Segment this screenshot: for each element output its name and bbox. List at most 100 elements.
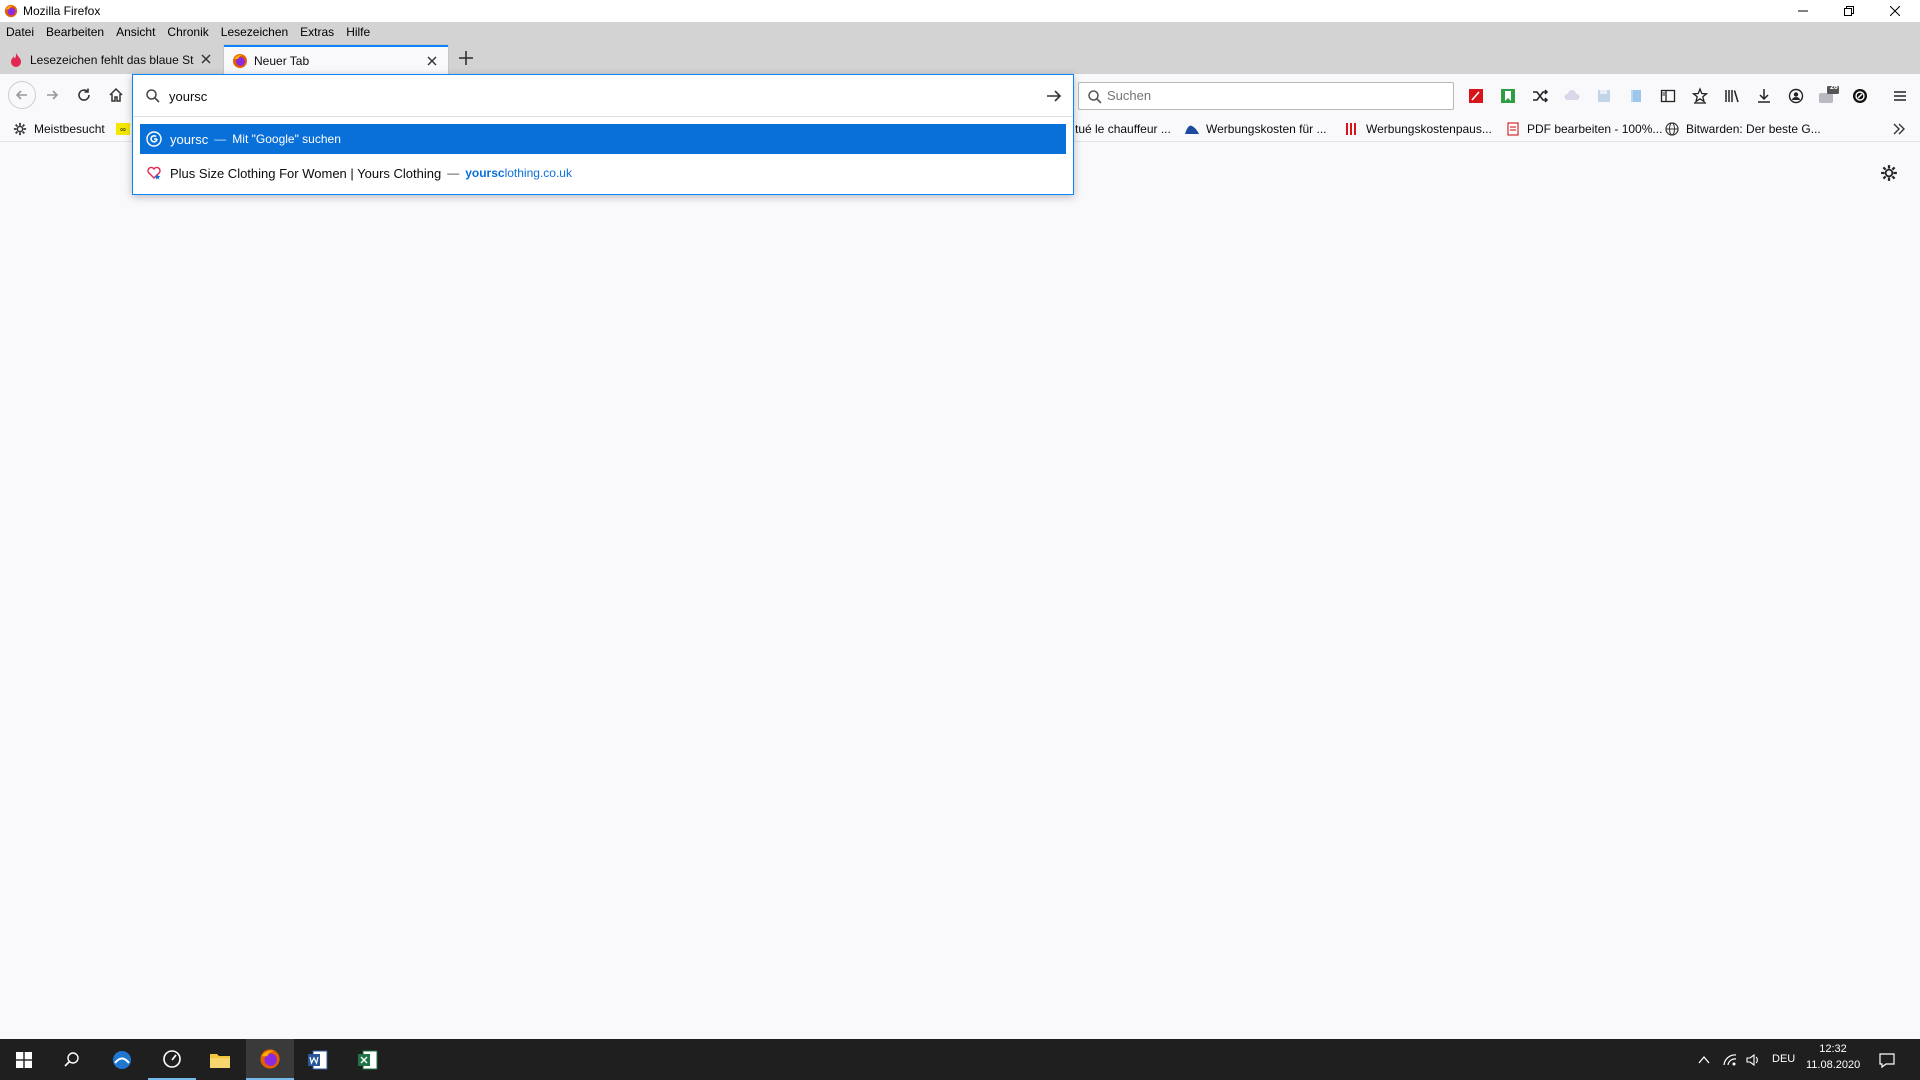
- sidebar-button[interactable]: [1655, 83, 1681, 109]
- extension-badge-count: 26: [1830, 84, 1838, 91]
- bookmark-meistbesucht[interactable]: Meistbesucht: [12, 120, 105, 138]
- save-extension-button[interactable]: [1591, 83, 1617, 109]
- suggestion-url-rest: lothing.co.uk: [504, 166, 572, 180]
- new-tab-plus-icon[interactable]: [455, 47, 477, 69]
- gear-icon: [1881, 165, 1897, 181]
- restore-button[interactable]: [1826, 0, 1872, 22]
- home-icon: [109, 87, 123, 102]
- green-bookmark-icon: [1501, 89, 1515, 103]
- forward-button[interactable]: [40, 83, 64, 107]
- bookmark-chauffeur[interactable]: tué le chauffeur ...: [1075, 120, 1171, 138]
- shuffle-button[interactable]: [1527, 83, 1553, 109]
- menu-chronik[interactable]: Chronik: [167, 25, 208, 39]
- bookmark-extension-button[interactable]: [1495, 83, 1521, 109]
- back-arrow-icon: [15, 90, 27, 100]
- new-tab-settings-button[interactable]: [1880, 164, 1898, 185]
- library-button[interactable]: [1719, 83, 1745, 109]
- search-icon: [1088, 90, 1102, 104]
- network-wifi-icon[interactable]: [1722, 1052, 1738, 1068]
- forward-arrow-icon: [47, 90, 59, 100]
- taskbar-app-firefox[interactable]: [246, 1039, 294, 1080]
- close-tab-icon[interactable]: [198, 51, 214, 67]
- sidebar-icon: [1660, 89, 1676, 103]
- search-input[interactable]: [1107, 88, 1447, 103]
- account-button[interactable]: [1783, 83, 1809, 109]
- library-icon: [1725, 90, 1739, 103]
- bookmark-label: Werbungskosten für ...: [1206, 122, 1327, 136]
- title-bar: Mozilla Firefox: [0, 0, 1920, 22]
- suggestion-url-match: yoursc: [465, 166, 505, 180]
- google-icon: [146, 131, 162, 147]
- shuffle-icon: [1533, 89, 1549, 103]
- taskbar-app-word[interactable]: [294, 1039, 342, 1080]
- download-arrow-icon: [1758, 89, 1770, 103]
- clock[interactable]: 12:32 11.08.2020: [1806, 1043, 1860, 1071]
- taskbar-app-explorer[interactable]: [196, 1039, 244, 1080]
- home-button[interactable]: [104, 83, 128, 107]
- menu-extras[interactable]: Extras: [300, 25, 334, 39]
- word-icon: [308, 1050, 328, 1069]
- hamburger-menu-icon: [1894, 91, 1906, 101]
- privacy-extension-button[interactable]: [1847, 83, 1873, 109]
- menu-lesezeichen[interactable]: Lesezeichen: [221, 25, 288, 39]
- account-icon: [1788, 88, 1804, 104]
- bookmark-label: Meistbesucht: [34, 122, 105, 136]
- tab-neuer-tab[interactable]: Neuer Tab: [224, 45, 448, 74]
- search-taskbar-button[interactable]: [48, 1039, 96, 1080]
- bookmarks-overflow-button[interactable]: [1892, 120, 1906, 138]
- app-blue-circle-icon: [113, 1050, 131, 1069]
- notifications-icon[interactable]: [1878, 1051, 1896, 1069]
- window-title: Mozilla Firefox: [23, 4, 101, 18]
- menu-bearbeiten[interactable]: Bearbeiten: [46, 25, 104, 39]
- minimize-icon: [1798, 10, 1808, 12]
- flame-favicon-icon: [11, 52, 21, 67]
- downloads-button[interactable]: [1751, 83, 1777, 109]
- excel-icon: [358, 1050, 378, 1069]
- taskbar-app-speedometer[interactable]: [148, 1039, 196, 1080]
- suggestion-bookmark[interactable]: Plus Size Clothing For Women | Yours Clo…: [140, 158, 1066, 188]
- clock-time: 12:32: [1819, 1043, 1847, 1055]
- pdf-extension-button[interactable]: [1463, 83, 1489, 109]
- taskbar-app-outlook[interactable]: [98, 1039, 146, 1080]
- firefox-favicon-icon: [233, 53, 247, 68]
- suggestion-action: Mit "Google" suchen: [232, 132, 341, 146]
- volume-icon[interactable]: [1745, 1052, 1761, 1068]
- tab-bar: Lesezeichen fehlt das blaue Ste Neuer Ta…: [0, 42, 1920, 74]
- pdf-favicon-icon: [1505, 121, 1521, 137]
- firefox-logo-icon: [260, 1048, 280, 1069]
- start-button[interactable]: [0, 1039, 48, 1080]
- taskbar-app-excel[interactable]: [344, 1039, 392, 1080]
- bookmark-heart-favicon-icon: [147, 166, 161, 180]
- suggestion-separator: —: [447, 166, 460, 180]
- reload-button[interactable]: [72, 83, 96, 107]
- menu-datei[interactable]: Datei: [6, 25, 34, 39]
- close-tab-icon[interactable]: [424, 53, 440, 69]
- search-bar: [1078, 82, 1454, 110]
- tab-label: Lesezeichen fehlt das blaue Ste: [30, 52, 194, 67]
- new-tab-page: [0, 142, 1920, 1039]
- reload-icon: [78, 88, 90, 101]
- bookmark-pdf-bearbeiten[interactable]: PDF bearbeiten - 100%...: [1505, 120, 1662, 138]
- bookmark-werbungskosten-fuer[interactable]: Werbungskosten für ...: [1184, 120, 1327, 138]
- language-indicator[interactable]: DEU: [1772, 1053, 1795, 1065]
- tab-label: Neuer Tab: [254, 53, 310, 68]
- suggestion-google-search[interactable]: yoursc — Mit "Google" suchen: [140, 124, 1066, 154]
- tray-chevron-up-icon[interactable]: [1697, 1053, 1711, 1067]
- hamburger-menu-button[interactable]: [1887, 83, 1913, 109]
- minimize-button[interactable]: [1780, 0, 1826, 22]
- cloud-extension-button[interactable]: [1559, 83, 1585, 109]
- bookmark-werbungskostenpaus[interactable]: Werbungskostenpaus...: [1344, 120, 1492, 138]
- menu-ansicht[interactable]: Ansicht: [116, 25, 155, 39]
- bookmarks-menu-button[interactable]: [1687, 83, 1713, 109]
- go-arrow-icon[interactable]: [1045, 87, 1063, 105]
- badge-extension-button[interactable]: 26: [1815, 83, 1841, 109]
- close-window-button[interactable]: [1872, 0, 1918, 22]
- notes-extension-button[interactable]: [1623, 83, 1649, 109]
- menu-hilfe[interactable]: Hilfe: [346, 25, 370, 39]
- star-tray-icon: [1691, 87, 1709, 104]
- close-icon: [1890, 6, 1900, 16]
- bookmark-bitwarden[interactable]: Bitwarden: Der beste G...: [1664, 120, 1821, 138]
- url-input[interactable]: [169, 87, 1029, 105]
- back-button[interactable]: [8, 81, 36, 109]
- tab-lesezeichen[interactable]: Lesezeichen fehlt das blaue Ste: [0, 45, 222, 74]
